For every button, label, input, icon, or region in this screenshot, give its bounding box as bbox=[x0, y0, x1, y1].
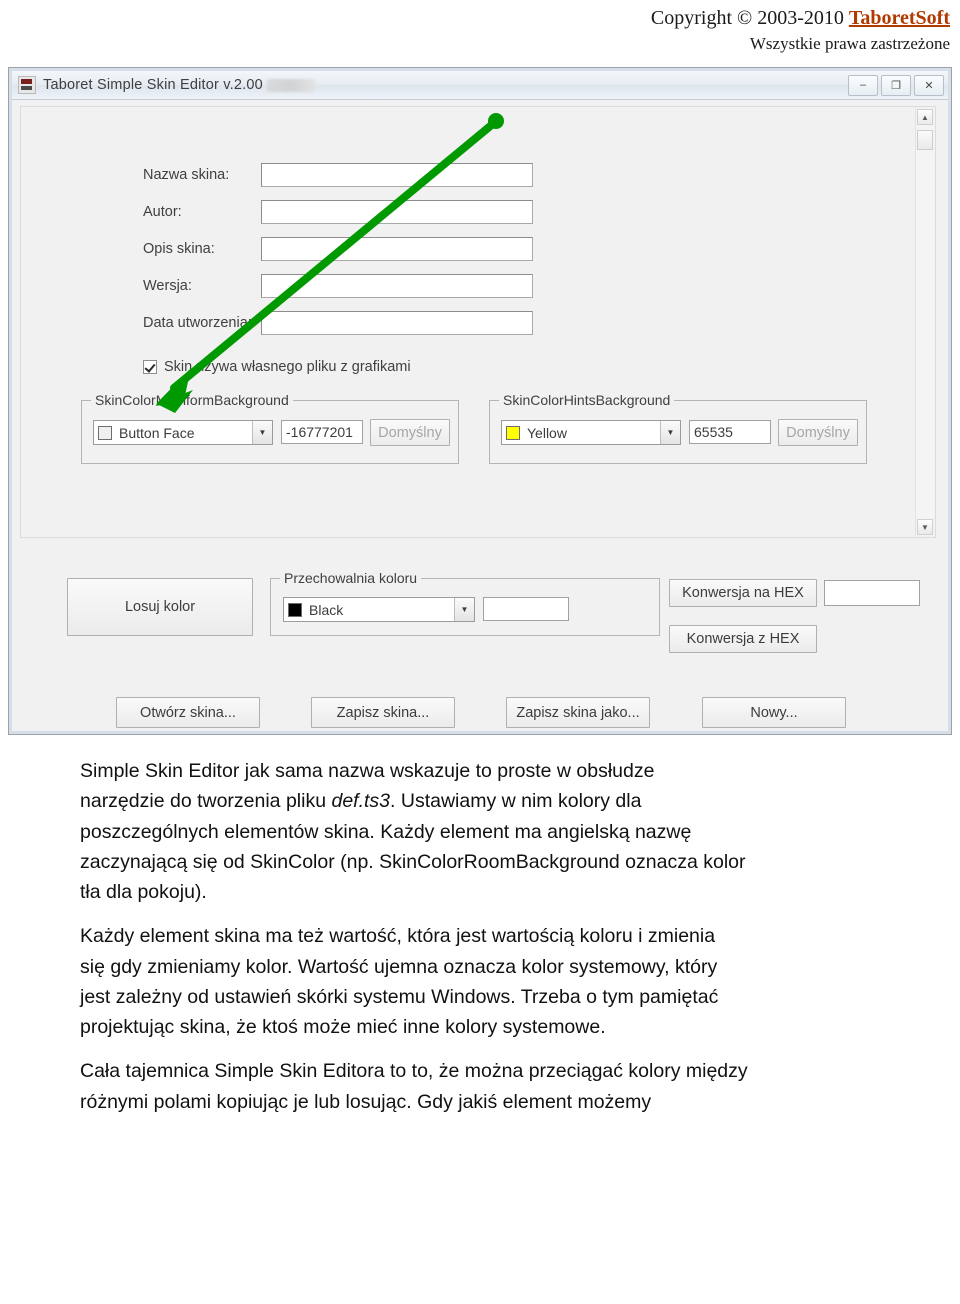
input-nazwa-skina[interactable] bbox=[261, 163, 533, 188]
paragraph-2-line-4: projektując skina, że ktoś może mieć inn… bbox=[80, 1016, 606, 1039]
close-button[interactable]: ✕ bbox=[914, 74, 944, 96]
textbox-storage-value[interactable] bbox=[483, 597, 569, 622]
input-data-utworzenia[interactable] bbox=[261, 311, 533, 336]
vertical-scrollbar[interactable]: ▲ ▼ bbox=[915, 108, 934, 537]
combo-hints-color[interactable]: Yellow ▼ bbox=[501, 420, 681, 446]
group-storage-title: Przechowalnia koloru bbox=[280, 570, 422, 587]
label-autor: Autor: bbox=[143, 204, 182, 221]
button-hints-default[interactable]: Domyślny bbox=[778, 419, 858, 447]
scroll-up-icon[interactable]: ▲ bbox=[917, 109, 933, 126]
checkbox-row-own-graphics[interactable]: Skin używa własnego pliku z grafikami bbox=[143, 359, 411, 375]
application-screenshot: Taboret Simple Skin Editor v.2.00 – ❐ ✕ … bbox=[8, 67, 952, 736]
p1-line2-post: . Ustawiamy w nim kolory dla bbox=[390, 790, 642, 813]
scrollbar-thumb[interactable] bbox=[917, 130, 933, 151]
field-row-data-utworzenia: Data utworzenia: bbox=[143, 311, 533, 336]
button-mainform-default[interactable]: Domyślny bbox=[370, 419, 450, 447]
textbox-hex-value[interactable] bbox=[824, 580, 920, 607]
checkbox-own-graphics[interactable] bbox=[143, 360, 157, 375]
field-row-nazwa-skina: Nazwa skina: bbox=[143, 163, 533, 188]
textbox-mainform-value[interactable]: -16777201 bbox=[281, 420, 363, 445]
field-row-autor: Autor: bbox=[143, 200, 533, 225]
combo-storage-color-text: Black bbox=[309, 601, 344, 618]
chevron-down-icon[interactable]: ▼ bbox=[252, 421, 272, 445]
color-swatch-yellow bbox=[506, 425, 520, 440]
label-opis-skina: Opis skina: bbox=[143, 241, 215, 258]
combo-mainform-color[interactable]: Button Face ▼ bbox=[93, 420, 273, 446]
field-row-opis-skina: Opis skina: bbox=[143, 237, 533, 262]
group-hints-title: SkinColorHintsBackground bbox=[499, 392, 675, 409]
button-otworz-skina[interactable]: Otwórz skina... bbox=[116, 697, 260, 729]
p1-line2-pre: narzędzie do tworzenia pliku bbox=[80, 790, 332, 813]
button-losuj-kolor[interactable]: Losuj kolor bbox=[67, 578, 253, 637]
paragraph-1-line-1: Simple Skin Editor jak sama nazwa wskazu… bbox=[80, 760, 655, 783]
paragraph-3-line-1: Cała tajemnica Simple Skin Editora to to… bbox=[80, 1060, 748, 1083]
rights-reserved-text: Wszystkie prawa zastrzeżone bbox=[749, 34, 950, 53]
input-autor[interactable] bbox=[261, 200, 533, 225]
paragraph-1-line-4: zaczynającą się od SkinColor (np. SkinCo… bbox=[80, 850, 746, 873]
input-opis-skina[interactable] bbox=[261, 237, 533, 262]
color-swatch-button-face bbox=[98, 425, 112, 440]
app-icon bbox=[18, 76, 36, 95]
button-konwersja-z-hex[interactable]: Konwersja z HEX bbox=[669, 625, 817, 654]
maximize-button[interactable]: ❐ bbox=[881, 74, 911, 96]
title-blur-decoration bbox=[266, 78, 315, 92]
label-data-utworzenia: Data utworzenia: bbox=[143, 315, 252, 332]
minimize-button[interactable]: – bbox=[848, 74, 878, 96]
window-titlebar: Taboret Simple Skin Editor v.2.00 – ❐ ✕ bbox=[12, 71, 948, 101]
chevron-down-icon[interactable]: ▼ bbox=[660, 421, 680, 445]
chevron-down-icon[interactable]: ▼ bbox=[454, 598, 474, 622]
group-skincolor-hints-background: SkinColorHintsBackground Yellow ▼ 65535 … bbox=[489, 392, 867, 465]
group-mainform-title: SkinColorMainformBackground bbox=[91, 392, 293, 409]
button-zapisz-skina-jako[interactable]: Zapisz skina jako... bbox=[506, 697, 650, 729]
copyright-text: Copyright © 2003-2010 bbox=[650, 7, 849, 29]
paragraph-2-line-3: jest zależny od ustawień skórki systemu … bbox=[80, 985, 719, 1008]
paragraph-2-line-1: Każdy element skina ma też wartość, któr… bbox=[80, 925, 716, 948]
combo-mainform-color-text: Button Face bbox=[119, 424, 195, 441]
scroll-pane: Nazwa skina: Autor: Opis skina: Wersja: … bbox=[20, 106, 936, 539]
taboretsoft-link[interactable]: TaboretSoft bbox=[849, 7, 950, 29]
input-wersja[interactable] bbox=[261, 274, 533, 299]
button-nowy[interactable]: Nowy... bbox=[702, 697, 846, 729]
document-header: Copyright © 2003-2010 TaboretSoft Wszyst… bbox=[0, 0, 960, 55]
paragraph-1-line-5: tła dla pokoju). bbox=[80, 881, 207, 904]
group-skincolor-mainform-background: SkinColorMainformBackground Button Face … bbox=[81, 392, 459, 465]
button-konwersja-na-hex[interactable]: Konwersja na HEX bbox=[669, 579, 817, 608]
paragraph-1-line-2: narzędzie do tworzenia pliku def.ts3. Us… bbox=[80, 787, 930, 815]
skin-editor-window: Taboret Simple Skin Editor v.2.00 – ❐ ✕ … bbox=[9, 68, 951, 735]
paragraph-2-line-2: się gdy zmieniamy kolor. Wartość ujemna … bbox=[80, 955, 718, 978]
filename-def-ts3: def.ts3 bbox=[331, 790, 391, 813]
label-wersja: Wersja: bbox=[143, 278, 192, 295]
combo-storage-color[interactable]: Black ▼ bbox=[283, 597, 475, 623]
article-body: Simple Skin Editor jak sama nazwa wskazu… bbox=[80, 757, 930, 1116]
paragraph-spacer-1 bbox=[80, 908, 930, 922]
scroll-down-icon[interactable]: ▼ bbox=[917, 519, 933, 536]
field-row-wersja: Wersja: bbox=[143, 274, 533, 299]
paragraph-1-line-3: poszczególnych elementów skina. Każdy el… bbox=[80, 820, 692, 843]
group-przechowalnia-koloru: Przechowalnia koloru Black ▼ bbox=[270, 570, 660, 637]
window-title: Taboret Simple Skin Editor v.2.00 bbox=[43, 77, 263, 94]
label-nazwa-skina: Nazwa skina: bbox=[143, 167, 230, 184]
window-controls: – ❐ ✕ bbox=[848, 74, 944, 96]
paragraph-3-line-2: różnymi polami kopiując je lub losując. … bbox=[80, 1090, 652, 1113]
paragraph-spacer-2 bbox=[80, 1043, 930, 1057]
textbox-hints-value[interactable]: 65535 bbox=[689, 420, 771, 445]
checkbox-own-graphics-label: Skin używa własnego pliku z grafikami bbox=[164, 359, 411, 376]
button-zapisz-skina[interactable]: Zapisz skina... bbox=[311, 697, 455, 729]
combo-hints-color-text: Yellow bbox=[527, 424, 567, 441]
color-swatch-black bbox=[288, 602, 302, 617]
copyright-line: Copyright © 2003-2010 TaboretSoft bbox=[0, 6, 950, 31]
window-body: Nazwa skina: Autor: Opis skina: Wersja: … bbox=[12, 100, 948, 732]
